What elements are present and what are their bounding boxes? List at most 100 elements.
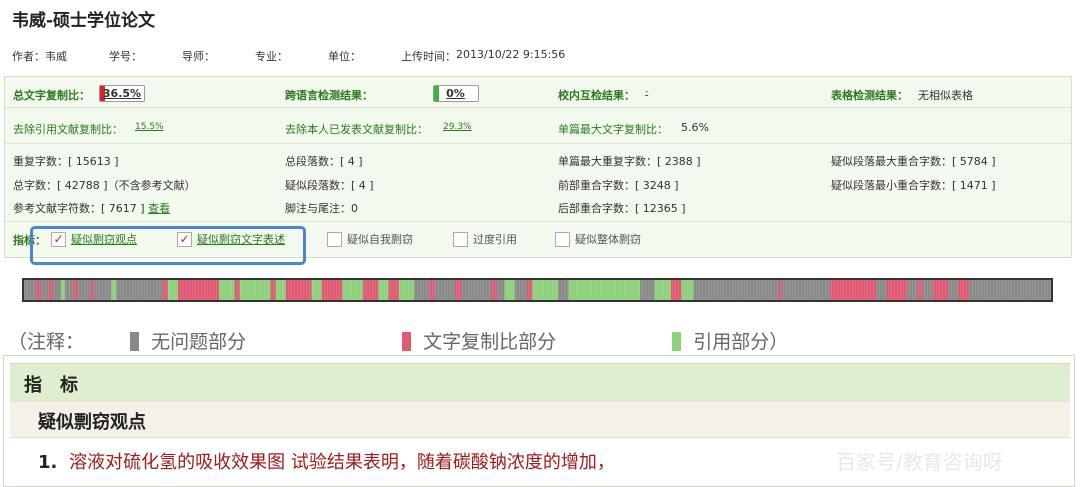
bar-segment-green[interactable] xyxy=(398,280,415,300)
bar-segment-red[interactable] xyxy=(932,280,949,300)
bar-texture-line xyxy=(876,280,877,300)
document-title: 韦威-硕士学位论文 xyxy=(12,11,156,31)
bar-texture-line xyxy=(1023,280,1024,300)
bar-texture-line xyxy=(633,280,634,300)
remove-self-value[interactable]: 29.3% xyxy=(443,122,472,132)
bar-texture-line xyxy=(963,280,964,300)
bar-texture-line xyxy=(582,280,583,300)
bar-segment-red[interactable] xyxy=(285,280,312,300)
bar-segment-green[interactable] xyxy=(532,280,559,300)
bar-texture-line xyxy=(930,280,931,300)
bar-texture-line xyxy=(84,280,85,300)
bar-segment-red[interactable] xyxy=(48,280,53,300)
indicator-item-over-citation[interactable]: 过度引用 xyxy=(453,231,517,247)
bar-texture-line xyxy=(717,280,718,300)
bar-texture-line xyxy=(564,280,565,300)
bar-texture-line xyxy=(819,280,820,300)
bar-segment-green[interactable] xyxy=(111,280,117,300)
bar-texture-line xyxy=(462,280,463,300)
bar-texture-line xyxy=(822,280,823,300)
checkbox-icon[interactable] xyxy=(555,231,570,247)
total-copy-badge[interactable]: 36.5% xyxy=(99,85,145,102)
bar-texture-line xyxy=(594,280,595,300)
bar-texture-line xyxy=(783,280,784,300)
bar-segment-green[interactable] xyxy=(167,280,179,300)
bar-segment-gray[interactable] xyxy=(461,280,492,300)
bar-segment-gray[interactable] xyxy=(693,280,779,300)
unit-label: 单位： xyxy=(328,50,361,63)
upload-time-value: 2013/10/22 9:15:56 xyxy=(456,48,566,61)
bar-texture-line xyxy=(213,280,214,300)
campus-check-label: 校内互检结果： xyxy=(558,89,635,102)
bar-texture-line xyxy=(771,280,772,300)
bar-texture-line xyxy=(906,280,907,300)
indicator-item-whole-plagiarism[interactable]: 疑似整体剽窃 xyxy=(555,231,641,247)
bar-segment-green[interactable] xyxy=(219,280,235,300)
bar-texture-line xyxy=(813,280,814,300)
bar-texture-line xyxy=(969,280,970,300)
bar-texture-line xyxy=(225,280,226,300)
indicator-item-self-plagiarism[interactable]: 疑似自我剽窃 xyxy=(327,231,413,247)
remove-reference-value[interactable]: 15.5% xyxy=(135,122,164,132)
bar-texture-line xyxy=(681,280,682,300)
bar-texture-line xyxy=(354,280,355,300)
bar-texture-line xyxy=(735,280,736,300)
bar-texture-line xyxy=(495,280,496,300)
bar-texture-line xyxy=(954,280,955,300)
bar-texture-line xyxy=(909,280,910,300)
bar-texture-line xyxy=(252,280,253,300)
cross-language-badge[interactable]: 0% xyxy=(432,85,479,102)
bar-segment-gray[interactable] xyxy=(52,280,61,300)
bar-texture-line xyxy=(195,280,196,300)
view-link[interactable]: 查看 xyxy=(148,202,170,215)
bar-segment-gray[interactable] xyxy=(558,280,569,300)
bar-segment-gray[interactable] xyxy=(496,280,505,300)
document-meta: 作者： 韦威 学号： 导师： 专业： 单位： 上传时间： 2013/10/22 … xyxy=(12,48,565,64)
bar-texture-line xyxy=(402,280,403,300)
bar-texture-line xyxy=(1032,280,1033,300)
bar-texture-line xyxy=(240,280,241,300)
bar-texture-line xyxy=(675,280,676,300)
bar-texture-line xyxy=(642,280,643,300)
bar-texture-line xyxy=(297,280,298,300)
bar-texture-line xyxy=(366,280,367,300)
bar-segment-green[interactable] xyxy=(311,280,322,300)
bar-texture-line xyxy=(234,280,235,300)
distribution-bar-svg xyxy=(24,280,1051,300)
bar-segment-red[interactable] xyxy=(362,280,379,300)
checkbox-icon[interactable] xyxy=(453,231,468,247)
distribution-bar[interactable] xyxy=(22,278,1053,302)
bar-texture-line xyxy=(141,280,142,300)
bar-texture-line xyxy=(54,280,55,300)
bar-texture-line xyxy=(843,280,844,300)
bar-segment-red[interactable] xyxy=(36,280,41,300)
bar-segment-gray[interactable] xyxy=(434,280,456,300)
bar-texture-line xyxy=(273,280,274,300)
bar-texture-line xyxy=(201,280,202,300)
bar-texture-line xyxy=(600,280,601,300)
bar-texture-line xyxy=(33,280,34,300)
legend-open: （注释： xyxy=(8,331,85,353)
bar-texture-line xyxy=(183,280,184,300)
bar-texture-line xyxy=(711,280,712,300)
bar-texture-line xyxy=(291,280,292,300)
campus-check-value[interactable]: - xyxy=(645,87,648,97)
bar-texture-line xyxy=(324,280,325,300)
bar-texture-line xyxy=(1047,280,1048,300)
single-max-value: 5.6% xyxy=(681,121,709,134)
item-text[interactable]: 溶液对硫化氢的吸收效果图 试验结果表明，随着碳酸钠浓度的增加， xyxy=(69,452,615,473)
bar-segment-green[interactable] xyxy=(275,280,286,300)
bar-texture-line xyxy=(318,280,319,300)
legend-gray-label: 无问题部分 xyxy=(151,331,247,353)
bar-texture-line xyxy=(654,280,655,300)
bar-segment-red[interactable] xyxy=(886,280,908,300)
bar-segment-gray[interactable] xyxy=(414,280,430,300)
bar-texture-line xyxy=(912,280,913,300)
checkbox-icon[interactable] xyxy=(327,231,342,247)
cross-language-label: 跨语言检测结果： xyxy=(285,89,373,102)
bar-texture-line xyxy=(540,280,541,300)
legend: （注释： 无问题部分 文字复制比部分 引用部分） xyxy=(8,327,788,354)
bar-texture-line xyxy=(78,280,79,300)
bar-texture-line xyxy=(477,280,478,300)
bar-segment-gray[interactable] xyxy=(40,280,49,300)
